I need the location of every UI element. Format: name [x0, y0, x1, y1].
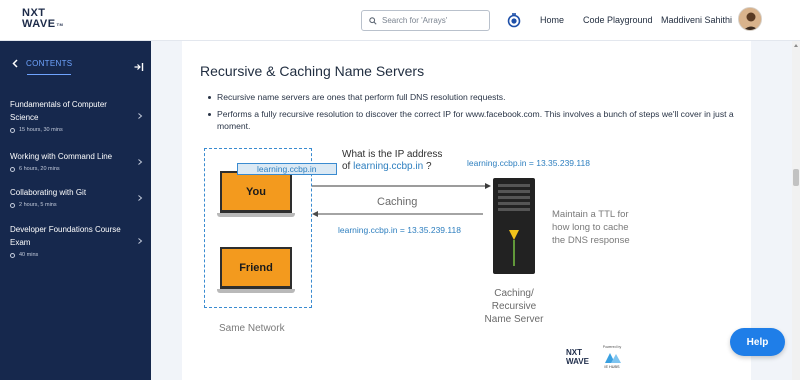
clock-icon — [10, 166, 15, 172]
course-title: Developer Foundations Course Exam — [10, 225, 121, 247]
help-button[interactable]: Help — [730, 328, 785, 356]
clock-icon — [10, 202, 15, 208]
sidebar-item-command-line[interactable]: Working with Command Line 6 hours, 20 mi… — [10, 150, 145, 172]
contents-underline — [27, 74, 71, 75]
bullet-item: Recursive name servers are ones that per… — [207, 91, 752, 104]
search-input[interactable] — [382, 16, 482, 25]
same-network-label: Same Network — [219, 323, 285, 334]
ttl-note: Maintain a TTL for how long to cache the… — [552, 209, 630, 246]
chevron-right-icon — [138, 159, 143, 165]
brand-ie-hubs: IE HUBS — [604, 365, 620, 369]
bullet-list: Recursive name servers are ones that per… — [207, 91, 752, 137]
sidebar-item-exam[interactable]: Developer Foundations Course Exam 40 min… — [10, 223, 145, 258]
query-suffix: ? — [423, 161, 432, 172]
search-icon — [369, 16, 377, 25]
scroll-thumb[interactable] — [793, 169, 799, 186]
query-prefix: of — [342, 161, 354, 172]
server-icon — [493, 178, 535, 274]
course-title: Fundamentals of Computer Science — [10, 100, 107, 122]
scroll-up-arrow-icon[interactable] — [794, 44, 798, 47]
logo-tm: TM — [56, 22, 64, 27]
dns-response-top: learning.ccbp.in = 13.35.239.118 — [467, 158, 590, 168]
ie-hubs-logo-icon — [605, 353, 621, 363]
course-duration-text: 2 hours, 5 mins — [19, 202, 57, 208]
section-title: Recursive & Caching Name Servers — [200, 63, 425, 79]
brand-powered-by: Powered by — [602, 345, 622, 349]
brand-wave: WAVE — [566, 357, 589, 366]
arrows-layer — [312, 183, 491, 217]
server-label: Caching/ Recursive Name Server — [484, 288, 544, 325]
chevron-right-icon — [138, 195, 143, 201]
brand-footer: NXT WAVE Powered by IE HUBS — [566, 345, 636, 372]
collapse-sidebar-icon[interactable] — [134, 62, 144, 72]
course-duration: 2 hours, 5 mins — [10, 202, 145, 208]
course-duration: 40 mins — [10, 252, 145, 258]
contents-header[interactable]: CONTENTS — [12, 59, 72, 68]
sidebar-item-git[interactable]: Collaborating with Git 2 hours, 5 mins — [10, 186, 145, 208]
caching-label: Caching — [377, 196, 418, 208]
query-line-1: What is the IP address — [342, 149, 443, 160]
chevron-right-icon — [138, 113, 143, 119]
course-duration-text: 6 hours, 20 mins — [19, 166, 60, 172]
sidebar: CONTENTS Fundamentals of Computer Scienc… — [0, 41, 151, 380]
dns-diagram: You learning.ccbp.in Friend What is the … — [195, 143, 635, 375]
logo-line-2: WAVE — [22, 18, 56, 30]
avatar[interactable] — [738, 7, 762, 31]
user-name[interactable]: Maddiveni Sahithi — [661, 15, 732, 25]
course-duration: 6 hours, 20 mins — [10, 166, 145, 172]
course-duration-text: 15 hours, 30 mins — [19, 127, 63, 133]
chevron-right-icon — [138, 238, 143, 244]
server-tower-graphic — [498, 184, 530, 266]
nxtwave-logo[interactable]: NXT WAVETM — [22, 8, 64, 34]
course-title: Working with Command Line — [10, 152, 113, 161]
clock-icon — [10, 252, 15, 258]
query-text: What is the IP address of learning.ccbp.… — [342, 149, 442, 173]
streak-icon[interactable] — [507, 12, 521, 28]
query-url: learning.ccbp.in — [353, 161, 424, 172]
chevron-left-icon[interactable] — [12, 59, 18, 68]
dns-response-bottom: learning.ccbp.in = 13.35.239.118 — [338, 225, 461, 235]
bullet-item: Performs a fully recursive resolution to… — [207, 108, 752, 133]
user-photo-icon — [739, 8, 761, 30]
query-arrowhead — [485, 183, 491, 189]
caching-arrowhead — [312, 211, 318, 217]
course-title: Collaborating with Git — [10, 188, 87, 197]
scrollbar[interactable] — [792, 41, 800, 380]
top-navbar: NXT WAVETM Home Code Playground Maddiven… — [0, 0, 800, 41]
nav-code-playground[interactable]: Code Playground — [583, 15, 653, 25]
nav-home[interactable]: Home — [540, 15, 564, 25]
search-box[interactable] — [361, 10, 490, 31]
course-duration-text: 40 mins — [19, 252, 39, 258]
sidebar-item-fundamentals[interactable]: Fundamentals of Computer Science 15 hour… — [10, 98, 145, 133]
contents-label: CONTENTS — [26, 59, 73, 68]
brand-nxt: NXT — [566, 348, 582, 357]
course-duration: 15 hours, 30 mins — [10, 127, 145, 133]
clock-icon — [10, 127, 15, 133]
